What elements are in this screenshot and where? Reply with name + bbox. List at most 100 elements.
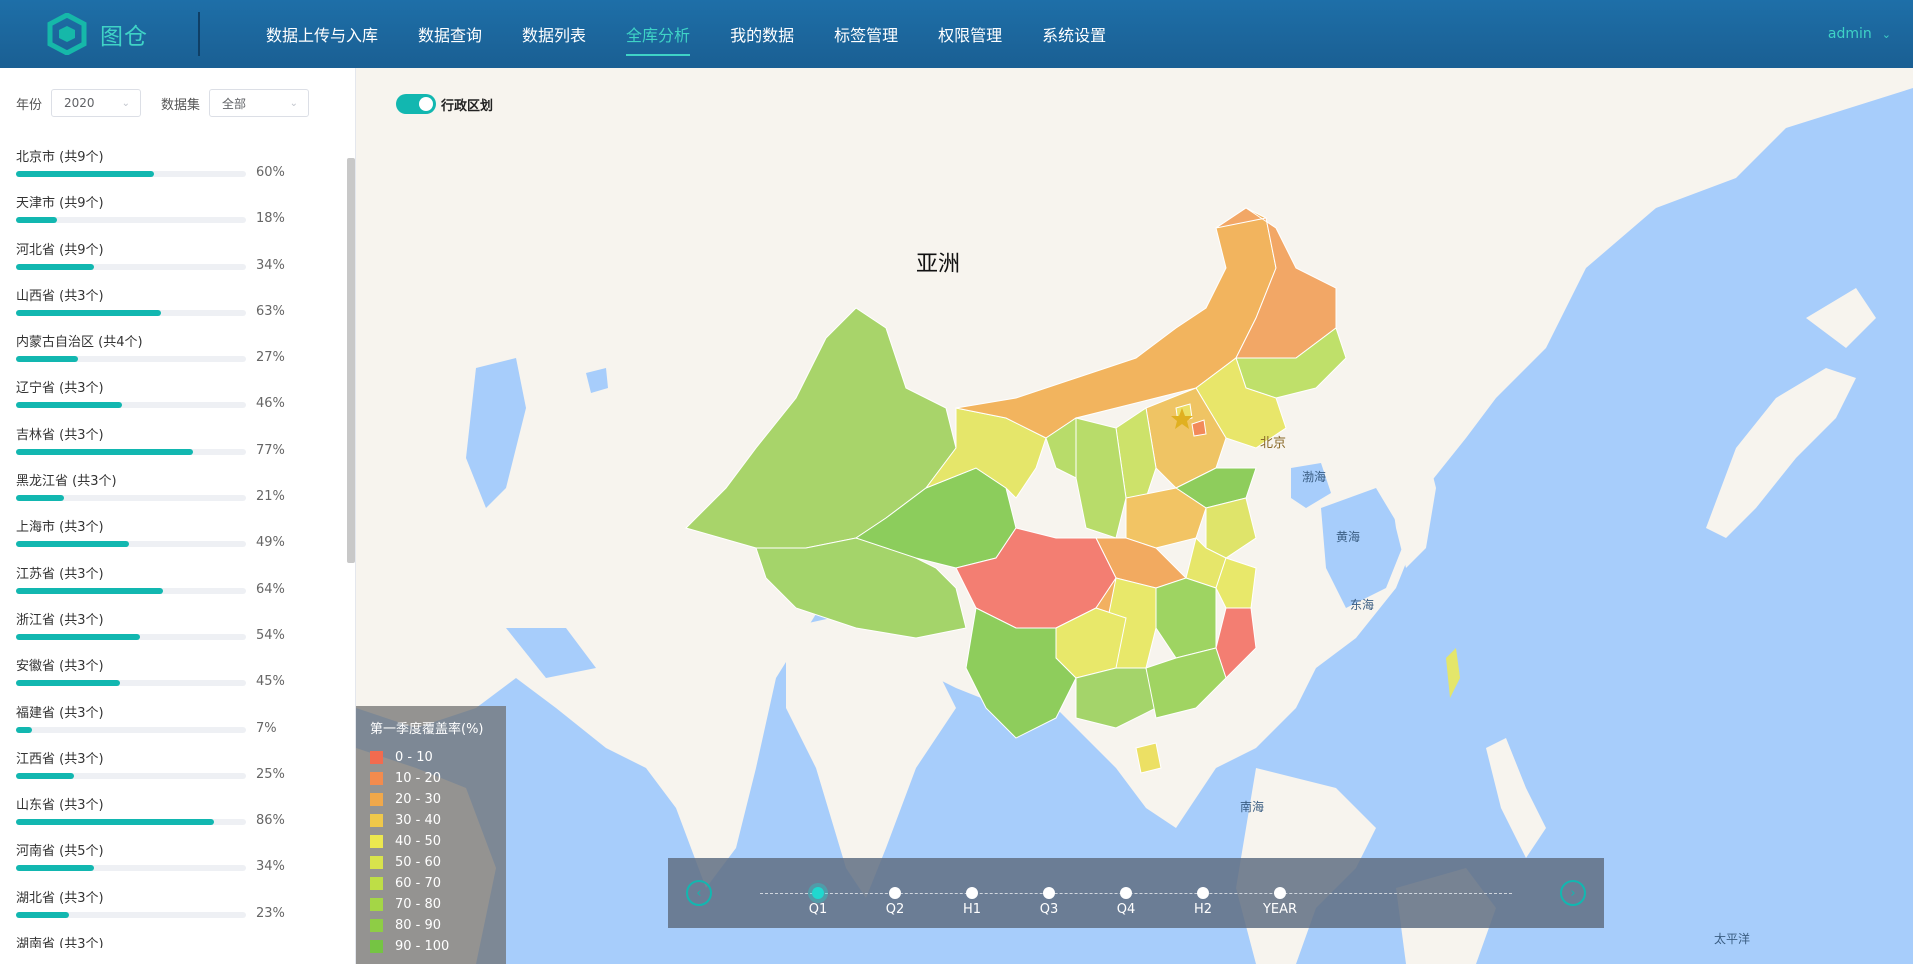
legend-item[interactable]: 10 - 20	[370, 768, 492, 789]
legend-item[interactable]: 20 - 30	[370, 789, 492, 810]
province-row[interactable]: 河北省 (共9个) 34%	[0, 239, 345, 285]
timeline-label[interactable]: Q4	[1096, 902, 1156, 917]
legend-item[interactable]: 0 - 10	[370, 747, 492, 768]
nav-item-7[interactable]: 系统设置	[1022, 0, 1126, 68]
province-row[interactable]: 河南省 (共5个) 34%	[0, 840, 345, 886]
legend-items: 0 - 10 10 - 20 20 - 30 30 - 40 40 - 50 50 - 6…	[370, 747, 492, 957]
province-row[interactable]: 浙江省 (共3个) 54%	[0, 609, 345, 655]
chevron-down-icon: ⌄	[289, 97, 299, 109]
province-row[interactable]: 福建省 (共3个) 7%	[0, 702, 345, 748]
province-row[interactable]: 辽宁省 (共3个) 46%	[0, 377, 345, 423]
legend-item[interactable]: 30 - 40	[370, 810, 492, 831]
nav-item-2[interactable]: 数据列表	[502, 0, 606, 68]
legend-item[interactable]: 40 - 50	[370, 831, 492, 852]
coverage-bar-fill	[16, 633, 141, 640]
legend-swatch	[370, 856, 383, 869]
nav-item-3[interactable]: 全库分析	[606, 0, 710, 68]
province-hainan	[1135, 742, 1162, 774]
sea-label-taipingyang: 太平洋	[1714, 932, 1751, 946]
legend-label: 30 - 40	[395, 813, 442, 828]
nav-item-4[interactable]: 我的数据	[710, 0, 814, 68]
timeline-node[interactable]	[889, 887, 901, 899]
province-row[interactable]: 上海市 (共3个) 49%	[0, 516, 345, 562]
map-canvas	[356, 68, 1913, 964]
province-row[interactable]: 湖北省 (共3个) 23%	[0, 887, 345, 933]
timeline-track	[760, 893, 1512, 894]
province-name: 浙江省 (共3个)	[16, 612, 104, 628]
legend-swatch	[370, 772, 383, 785]
coverage-bar-track	[16, 217, 246, 224]
legend-label: 70 - 80	[395, 897, 442, 912]
logo[interactable]: 图仓	[0, 0, 198, 68]
dataset-select[interactable]: 全部 ⌄	[209, 89, 310, 117]
coverage-bar-track	[16, 772, 246, 779]
coverage-bar-track	[16, 911, 246, 918]
timeline-node[interactable]	[1197, 887, 1209, 899]
coverage-percent: 23%	[256, 905, 285, 921]
province-coverage-list: 北京市 (共9个) 60% 天津市 (共9个) 18% 河北省 (共9个) 34% 山西省 …	[0, 146, 345, 948]
legend-item[interactable]: 70 - 80	[370, 894, 492, 915]
timeline-label[interactable]: H2	[1173, 902, 1233, 917]
legend-item[interactable]: 90 - 100	[370, 936, 492, 957]
province-name: 河北省 (共9个)	[16, 242, 104, 258]
province-row[interactable]: 江西省 (共3个) 25%	[0, 748, 345, 794]
province-row[interactable]: 天津市 (共9个) 18%	[0, 192, 345, 238]
coverage-percent: 49%	[256, 535, 285, 551]
nav-item-6[interactable]: 权限管理	[918, 0, 1022, 68]
chevron-left-icon[interactable]: ‹	[686, 880, 712, 906]
land-taiwan	[1446, 648, 1460, 698]
timeline-node[interactable]	[1274, 887, 1286, 899]
coverage-bar-track	[16, 726, 246, 733]
timeline-node[interactable]	[1043, 887, 1055, 899]
header-divider	[198, 12, 200, 56]
province-name: 天津市 (共9个)	[16, 196, 104, 212]
land-hokkaido	[1806, 288, 1876, 348]
legend-swatch	[370, 919, 383, 932]
province-row[interactable]: 江苏省 (共3个) 64%	[0, 563, 345, 609]
coverage-bar-fill	[16, 541, 129, 548]
coverage-percent: 64%	[256, 581, 285, 597]
coverage-bar-track	[16, 356, 246, 363]
legend-item[interactable]: 80 - 90	[370, 915, 492, 936]
coverage-bar-track	[16, 680, 246, 687]
coverage-bar-fill	[16, 587, 164, 594]
coverage-bar-fill	[16, 171, 154, 177]
top-header: 图仓 数据上传与入库 数据查询 数据列表 全库分析 我的数据 标签管理 权限管理 系统设置 a…	[0, 0, 1913, 68]
legend-swatch	[370, 898, 383, 911]
timeline-label[interactable]: Q1	[788, 902, 848, 917]
province-row[interactable]: 黑龙江省 (共3个) 21%	[0, 470, 345, 516]
sidebar-scrollbar[interactable]	[347, 158, 355, 563]
legend-item[interactable]: 50 - 60	[370, 852, 492, 873]
timeline-node[interactable]	[1120, 887, 1132, 899]
legend-item[interactable]: 60 - 70	[370, 873, 492, 894]
timeline-label[interactable]: Q3	[1019, 902, 1079, 917]
coverage-bar-track	[16, 865, 246, 872]
coverage-bar-track	[16, 819, 246, 826]
province-row[interactable]: 湖南省 (共3个)0%	[0, 933, 345, 948]
province-row[interactable]: 吉林省 (共3个) 77%	[0, 424, 345, 470]
coverage-percent: 34%	[256, 859, 285, 875]
timeline-node[interactable]	[966, 887, 978, 899]
province-row[interactable]: 北京市 (共9个) 60%	[0, 146, 345, 192]
map-view[interactable]: 行政区划 亚洲 北京 渤海 黄海 东海 南海 太平洋 第一季度覆盖率(%) 0 …	[356, 68, 1913, 964]
admin-division-toggle[interactable]	[396, 94, 436, 114]
timeline-label[interactable]: YEAR	[1250, 902, 1310, 917]
nav-item-5[interactable]: 标签管理	[814, 0, 918, 68]
year-select[interactable]: 2020 ⌄	[51, 89, 142, 117]
toggle-knob	[419, 97, 433, 111]
province-row[interactable]: 安徽省 (共3个) 45%	[0, 655, 345, 701]
coverage-bar-fill	[16, 772, 74, 779]
timeline-label[interactable]: H1	[942, 902, 1002, 917]
chevron-right-icon[interactable]: ›	[1560, 880, 1586, 906]
timeline-label[interactable]: Q2	[865, 902, 925, 917]
province-row[interactable]: 山东省 (共3个) 86%	[0, 794, 345, 840]
nav-item-0[interactable]: 数据上传与入库	[246, 0, 398, 68]
province-row[interactable]: 山西省 (共3个) 63%	[0, 285, 345, 331]
user-menu[interactable]: admin ⌄	[1828, 0, 1891, 68]
nav-item-1[interactable]: 数据查询	[398, 0, 502, 68]
province-row[interactable]: 内蒙古自治区 (共4个) 27%	[0, 331, 345, 377]
coverage-bar-fill	[16, 680, 120, 687]
coverage-percent: 63%	[256, 303, 285, 319]
province-name: 江苏省 (共3个)	[16, 566, 104, 582]
timeline-node[interactable]	[812, 887, 824, 899]
